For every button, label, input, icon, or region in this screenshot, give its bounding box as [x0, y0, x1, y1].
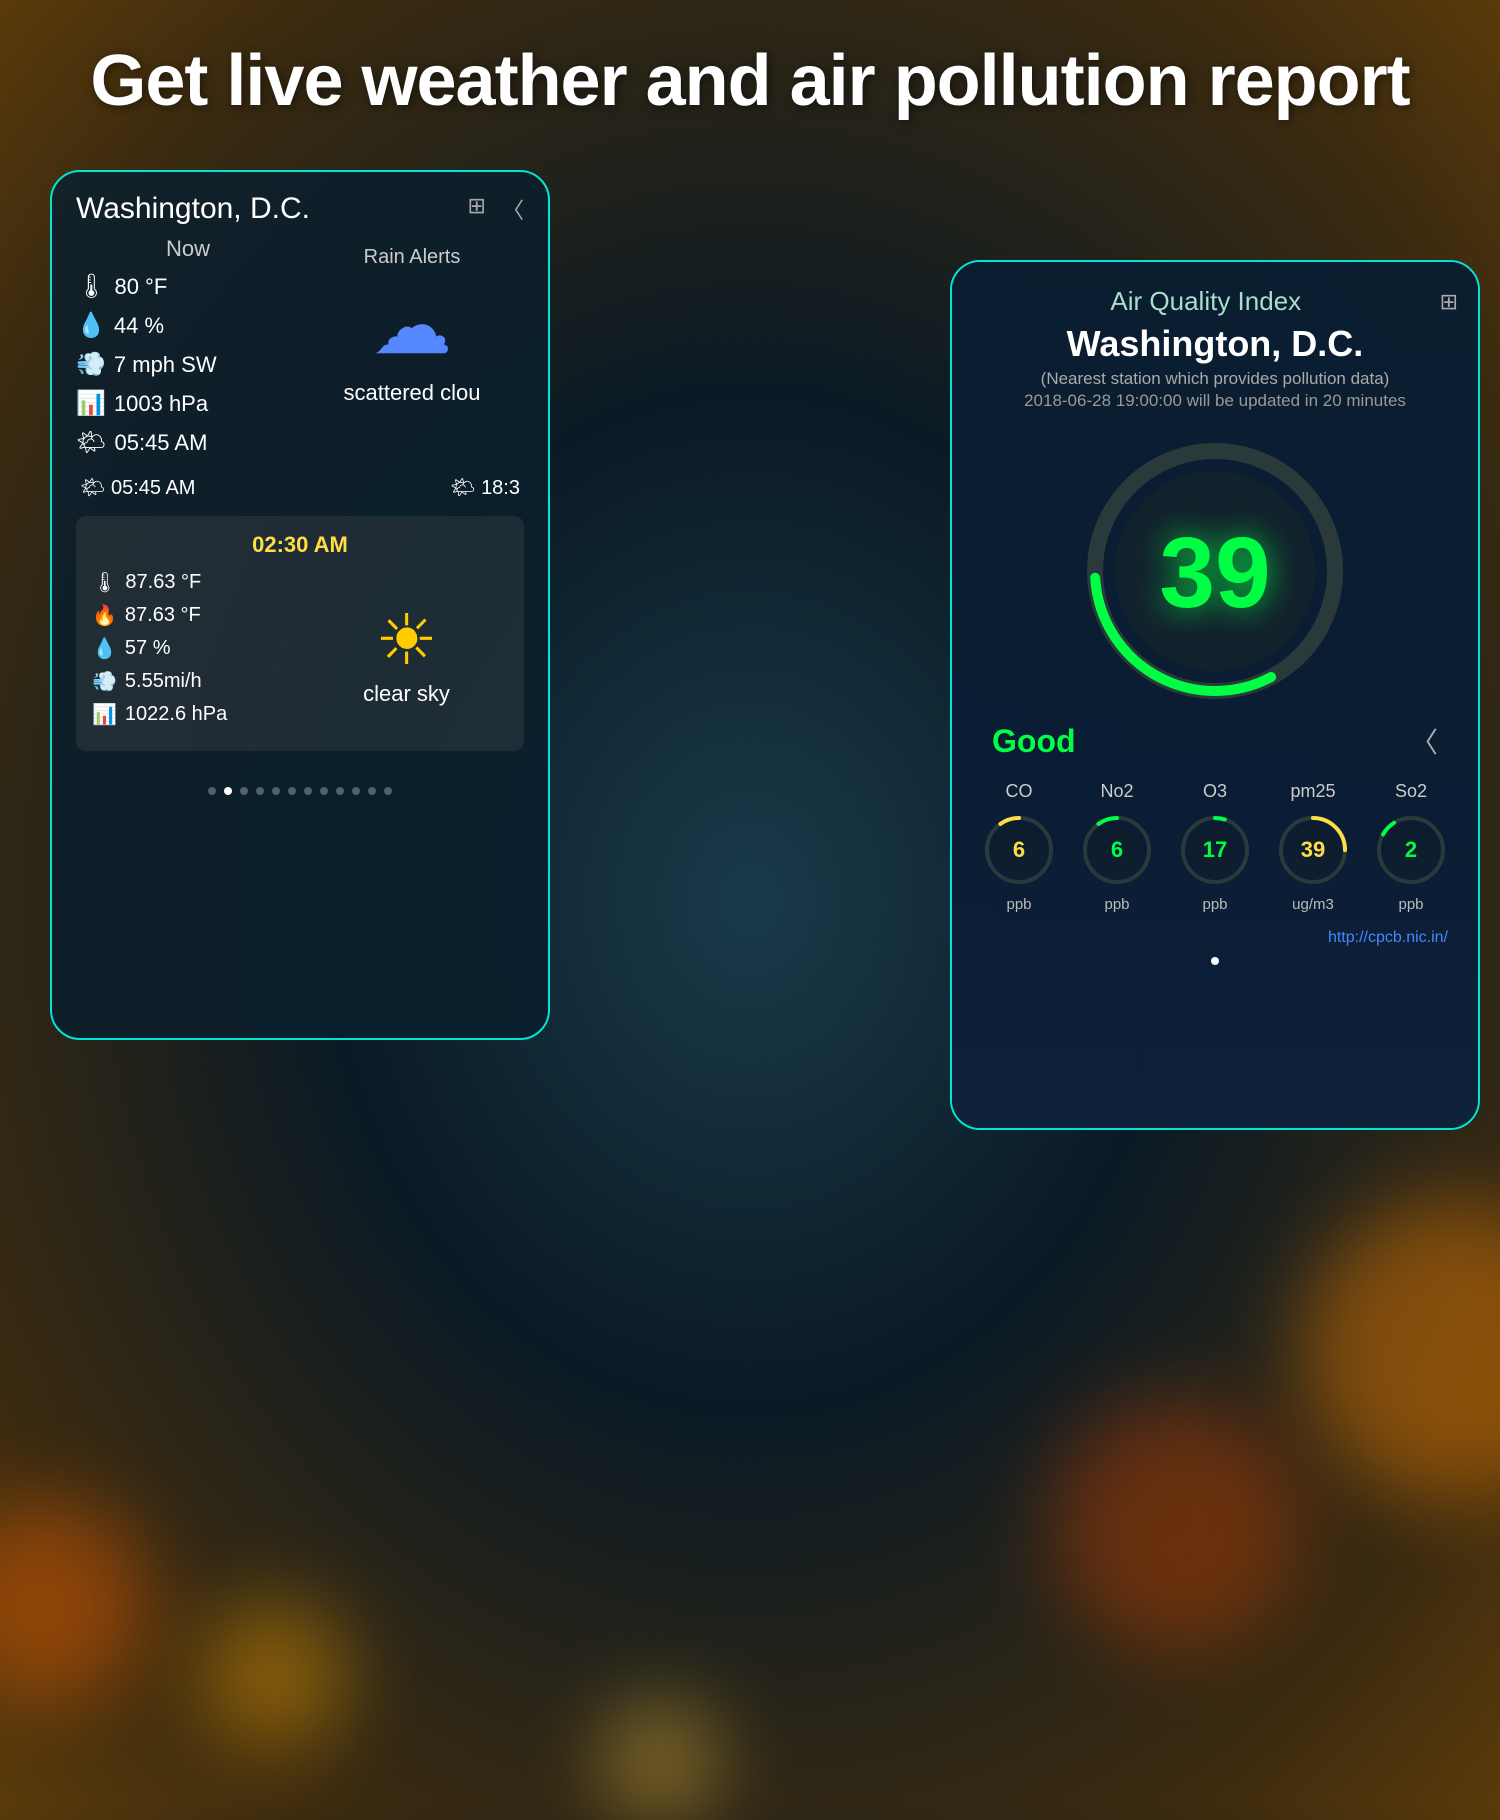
forecast-time: 02:30 AM — [92, 532, 508, 558]
aqi-status-row: Good 〈 — [972, 721, 1458, 761]
now-label: Now — [76, 236, 300, 262]
sun-icon: 🌤 — [76, 428, 106, 457]
pollutant-value-no2: 6 — [1111, 837, 1123, 863]
weather-dot-1 — [224, 787, 232, 795]
aqi-gauge: 39 — [972, 431, 1458, 711]
pollutant-name-pm25: pm25 — [1290, 781, 1335, 802]
header-title: Get live weather and air pollution repor… — [0, 40, 1500, 122]
forecast-wind: 5.55mi/h — [125, 670, 202, 693]
weather-dot-6 — [304, 787, 312, 795]
share-icon-weather[interactable]: 〈 — [502, 193, 524, 225]
header: Get live weather and air pollution repor… — [0, 40, 1500, 122]
aqi-card: Air Quality Index ⊞ Washington, D.C. (Ne… — [950, 260, 1480, 1130]
forecast-temp-high-icon: 🌡 — [92, 570, 117, 595]
sunrise-time: 🌤 05:45 AM — [80, 475, 195, 500]
aqi-footer: http://cpcb.nic.in/ — [972, 929, 1458, 947]
bokeh-4 — [1050, 1400, 1300, 1650]
temp-icon: 🌡 — [76, 272, 106, 301]
wind: 7 mph SW — [114, 352, 217, 378]
pollutant-unit-no2: ppb — [1104, 896, 1129, 913]
aqi-grid-icon[interactable]: ⊞ — [1440, 289, 1458, 315]
weather-dot-9 — [352, 787, 360, 795]
pollutant-col-so2: So2 2 ppb — [1364, 781, 1458, 913]
pollutant-value-co: 6 — [1013, 837, 1025, 863]
bokeh-5 — [600, 1700, 720, 1820]
bokeh-1 — [0, 1500, 150, 1700]
weather-dot-4 — [272, 787, 280, 795]
aqi-subtitle: (Nearest station which provides pollutio… — [972, 369, 1458, 389]
sunset-time: 🌤 18:3 — [450, 475, 520, 500]
pressure: 1003 hPa — [114, 391, 208, 417]
weather-dot-10 — [368, 787, 376, 795]
forecast-humidity: 57 % — [125, 637, 171, 660]
forecast-pressure-icon: 📊 — [92, 702, 117, 727]
bokeh-3 — [200, 1600, 350, 1750]
pollutant-gauge-co: 6 — [979, 810, 1059, 890]
pollutant-value-o3: 17 — [1203, 837, 1227, 863]
grid-icon[interactable]: ⊞ — [468, 193, 486, 225]
pollutant-unit-co: ppb — [1006, 896, 1031, 913]
weather-dot-11 — [384, 787, 392, 795]
rain-alerts-label: Rain Alerts — [364, 246, 461, 269]
pollutant-name-so2: So2 — [1395, 781, 1427, 802]
bokeh-2 — [1300, 1200, 1500, 1500]
pollutant-unit-pm25: ug/m3 — [1292, 896, 1334, 913]
temperature: 80 °F — [114, 274, 167, 300]
pressure-icon: 📊 — [76, 389, 106, 418]
wind-icon: 💨 — [76, 350, 106, 379]
weather-dot-8 — [336, 787, 344, 795]
weather-city: Washington, D.C. — [76, 192, 310, 226]
cloud-icon: ☁ — [372, 279, 452, 372]
weather-dot-2 — [240, 787, 248, 795]
aqi-dot-active — [1211, 957, 1219, 965]
pollutant-value-so2: 2 — [1405, 837, 1417, 863]
forecast-humidity-icon: 💧 — [92, 636, 117, 661]
weather-dot-0 — [208, 787, 216, 795]
aqi-footer-link[interactable]: http://cpcb.nic.in/ — [1328, 929, 1448, 946]
forecast-temp-high: 87.63 °F — [125, 571, 201, 594]
aqi-status: Good — [992, 723, 1076, 760]
pollutant-name-o3: O3 — [1203, 781, 1227, 802]
clear-sky-text: clear sky — [363, 681, 450, 707]
aqi-datetime: 2018-06-28 19:00:00 will be updated in 2… — [972, 391, 1458, 411]
condition-text: scattered clou — [344, 380, 481, 406]
weather-dot-3 — [256, 787, 264, 795]
pollutant-gauge-so2: 2 — [1371, 810, 1451, 890]
pollutant-name-no2: No2 — [1100, 781, 1133, 802]
pollutant-value-pm25: 39 — [1301, 837, 1325, 863]
pollutant-gauge-no2: 6 — [1077, 810, 1157, 890]
forecast-temp-low: 87.63 °F — [125, 604, 201, 627]
pollutants-grid: CO 6 ppb No2 6 ppb O — [972, 781, 1458, 913]
pollutant-unit-o3: ppb — [1202, 896, 1227, 913]
weather-dot-7 — [320, 787, 328, 795]
forecast-wind-icon: 💨 — [92, 669, 117, 694]
pollutant-unit-so2: ppb — [1398, 896, 1423, 913]
pollutant-gauge-o3: 17 — [1175, 810, 1255, 890]
pollutant-col-co: CO 6 ppb — [972, 781, 1066, 913]
forecast-temp-low-icon: 🔥 — [92, 603, 117, 628]
pollutant-col-pm25: pm25 39 ug/m3 — [1266, 781, 1360, 913]
weather-dot-5 — [288, 787, 296, 795]
forecast-section: 02:30 AM 🌡 87.63 °F 🔥 87.63 °F 💧 57 % — [76, 516, 524, 751]
forecast-pressure: 1022.6 hPa — [125, 703, 227, 726]
weather-page-dots — [52, 771, 548, 803]
aqi-title: Air Quality Index — [972, 286, 1440, 317]
aqi-page-dots — [972, 957, 1458, 965]
clear-sky-icon: ☀ — [375, 599, 438, 681]
pollutant-col-no2: No2 6 ppb — [1070, 781, 1164, 913]
humidity: 44 % — [114, 313, 164, 339]
aqi-share-icon[interactable]: 〈 — [1410, 721, 1438, 761]
humidity-icon: 💧 — [76, 311, 106, 340]
aqi-city: Washington, D.C. — [972, 323, 1458, 365]
sunrise: 05:45 AM — [114, 430, 207, 456]
weather-card: Washington, D.C. ⊞ 〈 Now 🌡 80 °F 💧 44 % … — [50, 170, 550, 1040]
pollutant-name-co: CO — [1006, 781, 1033, 802]
pollutant-col-o3: O3 17 ppb — [1168, 781, 1262, 913]
aqi-value: 39 — [1159, 516, 1270, 631]
pollutant-gauge-pm25: 39 — [1273, 810, 1353, 890]
